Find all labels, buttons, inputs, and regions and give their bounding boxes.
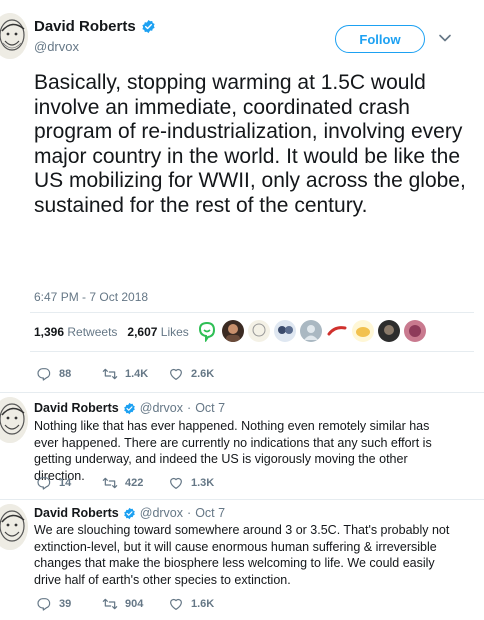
reply-icon [37,368,51,381]
verified-badge-icon [142,19,155,34]
liker-avatar[interactable] [326,320,348,342]
divider [0,499,484,500]
retweet-count: 1.4K [125,368,149,380]
follow-button[interactable]: Follow [335,25,425,53]
reply-header: David Roberts @drvox · Oct 7 [34,401,225,415]
separator-dot: · [187,401,192,415]
author-name-row[interactable]: David Roberts [34,18,156,35]
retweet-count: 904 [125,598,144,610]
retweet-button[interactable]: 1.4K [102,366,168,382]
liker-avatar[interactable] [378,320,400,342]
sketch-face-icon [252,323,266,337]
dark-face-icon [384,325,394,335]
liker-avatar[interactable] [274,320,296,342]
retweet-icon [102,598,118,610]
retweets-label: Retweets [67,325,118,339]
reply-author-avatar[interactable] [0,504,28,550]
retweet-count: 422 [125,477,144,489]
reply-author-name[interactable]: David Roberts [34,506,119,520]
like-count: 1.6K [191,598,215,610]
avatar-sketch-icon [0,397,28,443]
retweet-icon [102,368,118,380]
like-icon [170,598,182,610]
like-button[interactable]: 1.3K [168,475,214,491]
reply-button[interactable]: 14 [36,475,102,491]
pink-pattern-icon [409,325,421,337]
likes-stat[interactable]: 2,607 Likes [127,325,188,339]
chevron-down-icon[interactable] [438,31,452,45]
reply-date[interactable]: Oct 7 [195,401,225,415]
like-button[interactable]: 1.6K [168,596,214,612]
retweets-stat[interactable]: 1,396 Retweets [34,325,117,339]
author-avatar[interactable] [0,13,28,59]
avatar-sketch-icon [0,504,28,550]
likes-label: Likes [160,325,189,339]
reply-count: 39 [59,598,72,610]
liker-avatar[interactable] [300,320,322,342]
retweet-icon [102,477,118,489]
reply-button[interactable]: 39 [36,596,102,612]
tweet-timestamp[interactable]: 6:47 PM - 7 Oct 2018 [34,290,148,304]
red-brush-icon [327,326,347,336]
like-icon [170,368,182,380]
author-handle[interactable]: @drvox [34,39,79,54]
author-name[interactable]: David Roberts [34,18,136,35]
reply-icon [37,598,51,611]
reply-icon [37,477,51,490]
like-icon [170,477,182,489]
person-icon [226,324,240,342]
liker-avatar[interactable] [404,320,426,342]
like-button[interactable]: 2.6K [168,366,214,382]
verified-badge-icon [123,507,135,519]
separator-dot: · [187,506,192,520]
reply-header: David Roberts @drvox · Oct 7 [34,506,225,520]
reply-author-name[interactable]: David Roberts [34,401,119,415]
tweet-text: Basically, stopping warming at 1.5C woul… [34,71,466,217]
like-count: 1.3K [191,477,215,489]
avatar-sketch-icon [0,13,28,59]
divider [30,312,474,313]
reply-actions: 14 422 1.3K [36,475,214,491]
divider [30,351,474,352]
liker-avatar[interactable] [222,320,244,342]
like-count: 2.6K [191,368,215,380]
reply-button[interactable]: 88 [36,366,102,382]
reply-author-handle[interactable]: @drvox [140,401,183,415]
reply-author-avatar[interactable] [0,397,28,443]
reply-author-handle[interactable]: @drvox [140,506,183,520]
liker-avatar[interactable] [196,320,218,342]
reply-text: We are slouching toward somewhere around… [34,523,450,587]
green-logo-icon [198,321,216,342]
liker-avatars [196,320,426,342]
reply-count: 14 [59,477,72,489]
tweet-stats: 1,396 Retweets 2,607 Likes [34,325,189,339]
hands-icon [356,327,370,337]
retweets-count: 1,396 [34,325,65,339]
likes-count: 2,607 [127,325,158,339]
reply-count: 88 [59,368,72,380]
reply-date[interactable]: Oct 7 [195,506,225,520]
verified-badge-icon [123,402,135,414]
reply-actions: 39 904 1.6K [36,596,214,612]
tweet-actions: 88 1.4K 2.6K [36,366,214,382]
retweet-button[interactable]: 904 [102,596,168,612]
liker-avatar[interactable] [352,320,374,342]
default-avatar-icon [304,325,318,340]
divider [0,392,484,393]
liker-avatar[interactable] [248,320,270,342]
group-icon [278,326,293,334]
retweet-button[interactable]: 422 [102,475,168,491]
